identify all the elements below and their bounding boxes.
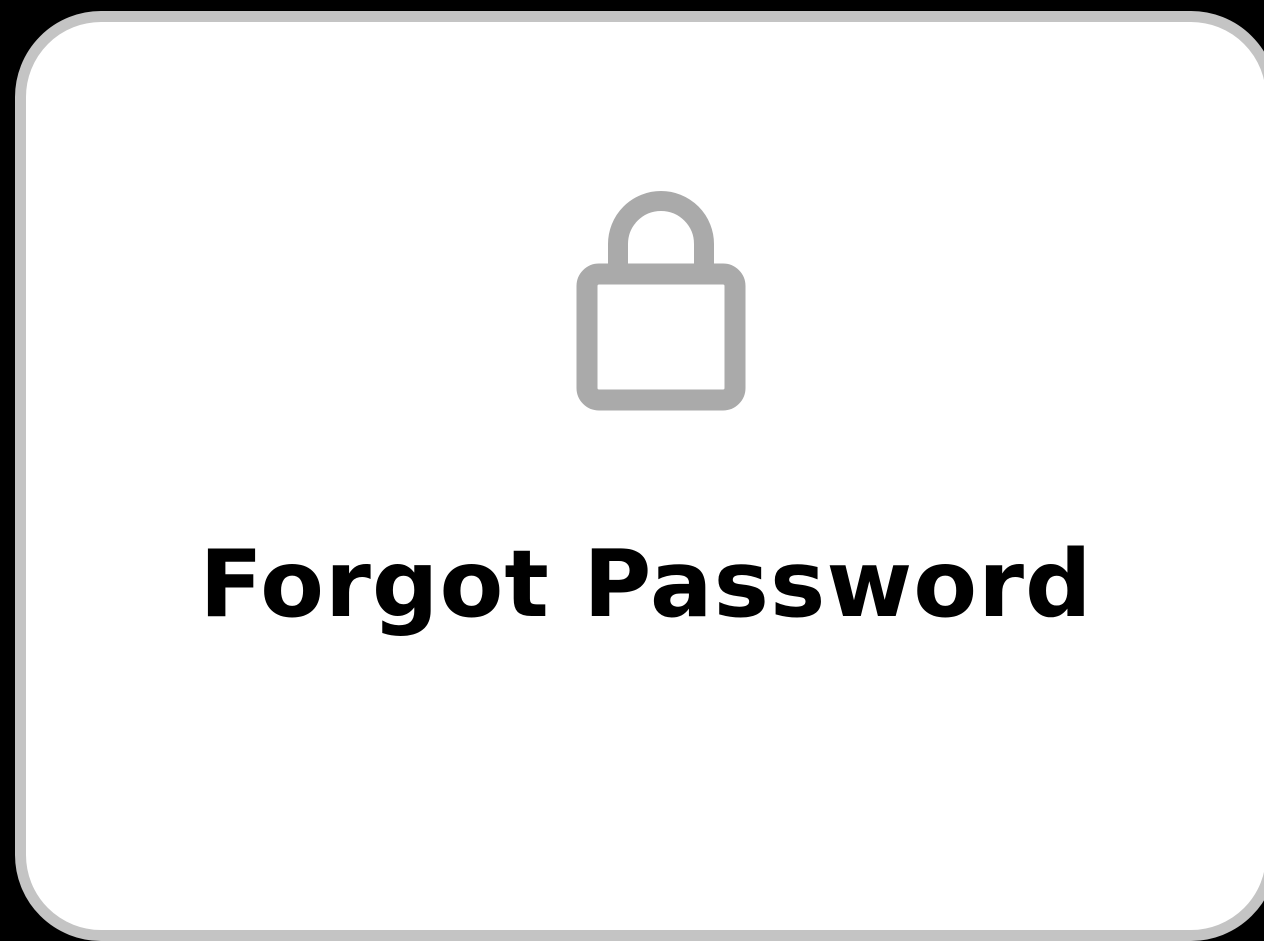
forgot-password-card[interactable]: Forgot Password	[15, 11, 1264, 941]
forgot-password-title: Forgot Password	[199, 530, 1093, 638]
lock-icon	[576, 188, 746, 412]
